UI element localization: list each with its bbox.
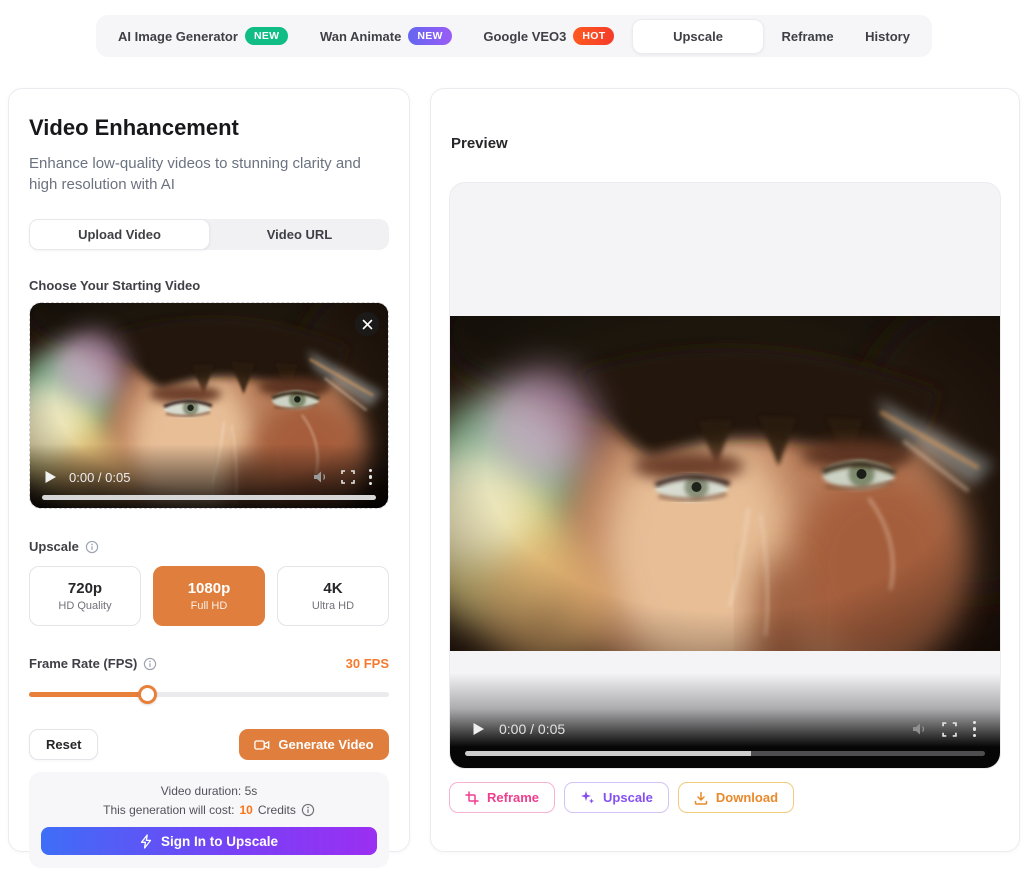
- generation-cost-text: This generation will cost: 10 Credits: [41, 803, 377, 817]
- download-icon: [694, 791, 708, 805]
- framerate-row: Frame Rate (FPS) 30 FPS: [29, 656, 389, 671]
- preview-video-player[interactable]: 0:00 / 0:05: [449, 182, 1001, 769]
- source-video-player[interactable]: 0:00 / 0:05: [30, 303, 388, 508]
- resolution-options: 720p HD Quality 1080p Full HD 4K Ultra H…: [29, 566, 389, 626]
- upscale-label: Upscale: [29, 539, 389, 554]
- option-4k[interactable]: 4K Ultra HD: [277, 566, 389, 626]
- close-icon: [362, 319, 373, 330]
- preview-player-controls: 0:00 / 0:05: [456, 712, 994, 746]
- remove-video-button[interactable]: [355, 312, 379, 336]
- page-subtitle: Enhance low-quality videos to stunning c…: [29, 153, 389, 195]
- option-1080p[interactable]: 1080p Full HD: [153, 566, 265, 626]
- video-upload-box: 0:00 / 0:05: [29, 302, 389, 509]
- tab-video-url[interactable]: Video URL: [210, 219, 389, 250]
- nav-tab-google-veo3[interactable]: Google VEO3 HOT: [469, 18, 628, 54]
- fps-slider-fill: [29, 692, 148, 697]
- starting-video-label: Choose Your Starting Video: [29, 278, 389, 293]
- fullscreen-icon[interactable]: [341, 470, 355, 484]
- sign-in-to-upscale-button[interactable]: Sign In to Upscale: [41, 827, 377, 855]
- nav-tab-upscale[interactable]: Upscale: [632, 19, 764, 54]
- sparkles-icon: [580, 790, 595, 805]
- info-icon[interactable]: [301, 803, 315, 817]
- generate-video-button[interactable]: Generate Video: [239, 729, 389, 760]
- volume-muted-icon[interactable]: [912, 722, 928, 736]
- download-button[interactable]: Download: [678, 782, 794, 813]
- preview-video-frame: [450, 316, 1000, 651]
- info-icon[interactable]: [85, 540, 99, 554]
- crop-icon: [465, 791, 479, 805]
- hot-badge: HOT: [573, 27, 614, 45]
- preview-progress-bar[interactable]: [465, 751, 985, 756]
- nav-tab-history[interactable]: History: [851, 20, 924, 53]
- reset-button[interactable]: Reset: [29, 729, 98, 760]
- top-nav: AI Image Generator NEW Wan Animate NEW G…: [96, 15, 932, 57]
- page-title: Video Enhancement: [29, 115, 389, 141]
- nav-tab-wan-animate[interactable]: Wan Animate NEW: [306, 18, 466, 54]
- time-display: 0:00 / 0:05: [69, 470, 130, 485]
- nav-tab-label: Google VEO3: [483, 29, 566, 44]
- volume-muted-icon[interactable]: [313, 470, 329, 484]
- info-icon[interactable]: [143, 657, 157, 671]
- cost-summary-box: Video duration: 5s This generation will …: [29, 772, 389, 868]
- reframe-button[interactable]: Reframe: [449, 782, 555, 813]
- fps-slider-thumb[interactable]: [138, 685, 157, 704]
- fps-value: 30 FPS: [346, 656, 389, 671]
- player-controls: 0:00 / 0:05: [30, 460, 388, 494]
- video-enhancement-panel: Video Enhancement Enhance low-quality vi…: [8, 88, 410, 852]
- framerate-label: Frame Rate (FPS): [29, 656, 137, 671]
- player-progress-bar[interactable]: [42, 495, 376, 500]
- nav-tab-ai-image-generator[interactable]: AI Image Generator NEW: [104, 18, 302, 54]
- player-menu-icon[interactable]: [367, 467, 375, 488]
- video-camera-icon: [254, 739, 270, 751]
- nav-tab-label: History: [865, 29, 910, 44]
- preview-panel: Preview 0:00 / 0:05: [430, 88, 1020, 852]
- video-duration-text: Video duration: 5s: [41, 784, 377, 798]
- source-tab-switcher: Upload Video Video URL: [29, 219, 389, 250]
- play-icon[interactable]: [472, 722, 485, 736]
- new-badge: NEW: [408, 27, 451, 45]
- fps-slider[interactable]: [29, 685, 389, 703]
- tab-upload-video[interactable]: Upload Video: [29, 219, 210, 250]
- upscale-button[interactable]: Upscale: [564, 782, 669, 813]
- fullscreen-icon[interactable]: [942, 722, 957, 737]
- nav-tab-label: Upscale: [673, 29, 723, 44]
- credit-amount: 10: [240, 803, 253, 817]
- player-menu-icon[interactable]: [971, 719, 979, 740]
- nav-tab-label: Wan Animate: [320, 29, 401, 44]
- play-icon[interactable]: [44, 470, 57, 484]
- new-badge: NEW: [245, 27, 288, 45]
- form-actions: Reset Generate Video: [29, 729, 389, 760]
- option-720p[interactable]: 720p HD Quality: [29, 566, 141, 626]
- nav-tab-label: AI Image Generator: [118, 29, 238, 44]
- nav-tab-label: Reframe: [782, 29, 834, 44]
- lightning-bolt-icon: [140, 834, 152, 849]
- time-display: 0:00 / 0:05: [499, 721, 565, 737]
- preview-title: Preview: [451, 135, 999, 152]
- preview-actions: Reframe Upscale Download: [449, 782, 1001, 813]
- nav-tab-reframe[interactable]: Reframe: [768, 20, 848, 53]
